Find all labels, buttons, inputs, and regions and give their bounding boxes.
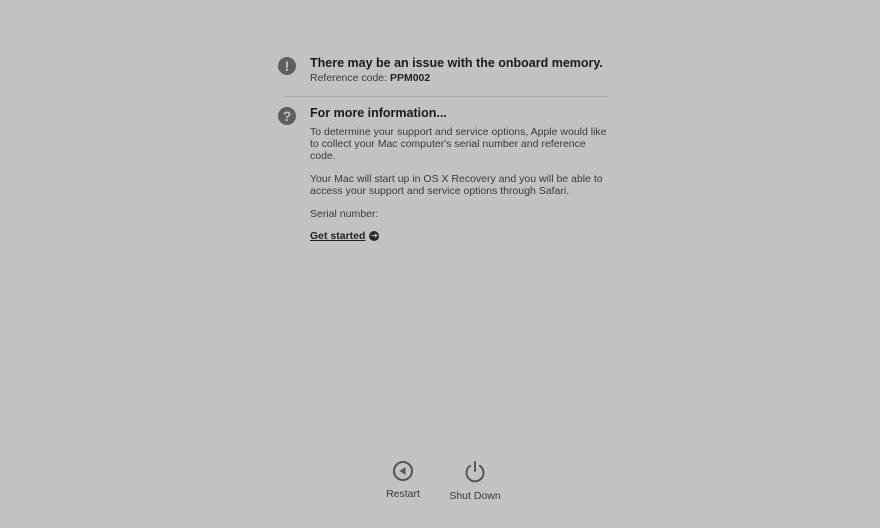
restart-button[interactable]: Restart — [373, 460, 433, 500]
serial-number-label: Serial number: — [310, 208, 379, 220]
question-icon: ? — [278, 107, 296, 125]
reference-code-label: Reference code: — [310, 72, 390, 84]
exclamation-icon: ! — [278, 57, 296, 75]
get-started-label: Get started — [310, 230, 366, 242]
info-section: For more information... To determine you… — [310, 106, 610, 244]
restart-icon — [393, 461, 413, 481]
reference-code-value: PPM002 — [389, 72, 431, 84]
shut-down-label: Shut Down — [449, 490, 501, 502]
reference-code-line: Reference code: PPM002 — [310, 72, 610, 84]
get-started-link[interactable]: Get started ➜ — [310, 230, 380, 242]
shut-down-button[interactable]: Shut Down — [445, 460, 505, 502]
divider — [284, 96, 608, 97]
info-heading: For more information... — [310, 106, 447, 120]
arrow-right-icon: ➜ — [369, 231, 380, 241]
info-paragraph-1: To determine your support and service op… — [310, 126, 607, 162]
issue-section: There may be an issue with the onboard m… — [310, 56, 610, 84]
restart-label: Restart — [386, 488, 420, 500]
power-icon — [465, 461, 485, 483]
info-paragraph-2: Your Mac will start up in OS X Recovery … — [310, 173, 603, 197]
issue-headline: There may be an issue with the onboard m… — [310, 56, 603, 70]
